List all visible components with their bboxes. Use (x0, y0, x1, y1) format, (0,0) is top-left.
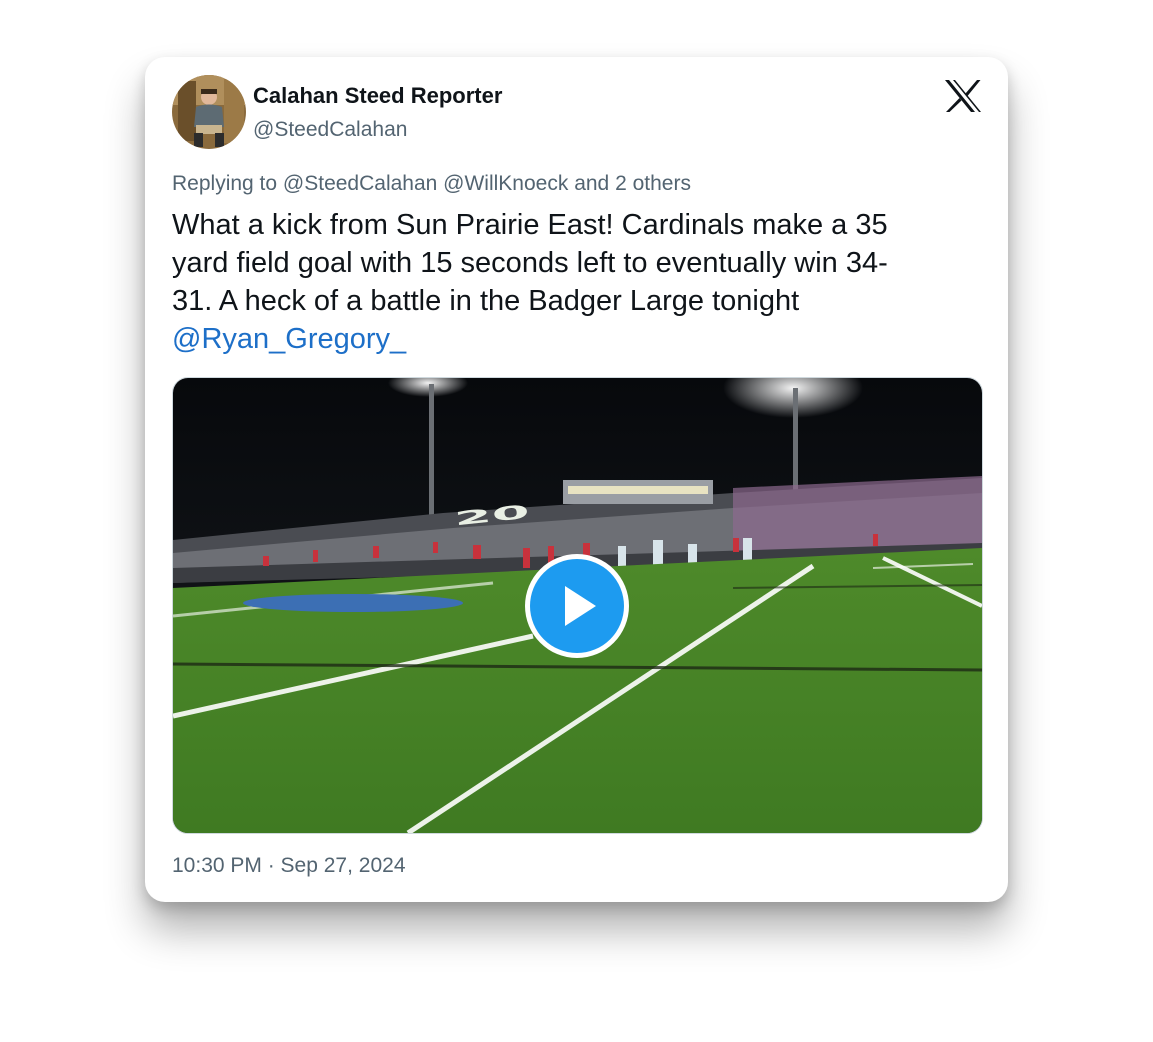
author-handle[interactable]: @SteedCalahan (253, 118, 407, 142)
author-avatar[interactable] (172, 75, 246, 149)
author-name[interactable]: Calahan Steed Reporter (253, 83, 502, 109)
tweet-text-line: 31. A heck of a battle in the Badger Lar… (172, 285, 800, 317)
replying-suffix: and 2 others (574, 172, 691, 195)
play-icon[interactable] (530, 559, 624, 653)
mention-link[interactable]: @Ryan_Gregory_ (172, 320, 972, 358)
video-player[interactable]: 20 (172, 377, 983, 834)
tweet-timestamp[interactable]: 10:30 PM · Sep 27, 2024 (172, 854, 406, 878)
tweet-text: What a kick from Sun Prairie East! Cardi… (172, 206, 972, 358)
tweet-card: Calahan Steed Reporter @SteedCalahan Rep… (145, 57, 1008, 902)
replying-to: Replying to @SteedCalahan @WillKnoeck an… (172, 172, 691, 196)
replying-mentions[interactable]: @SteedCalahan @WillKnoeck (283, 172, 568, 195)
page: Calahan Steed Reporter @SteedCalahan Rep… (0, 0, 1153, 1042)
tweet-text-line: yard field goal with 15 seconds left to … (172, 247, 888, 279)
tweet-text-line: What a kick from Sun Prairie East! Cardi… (172, 209, 888, 241)
play-button[interactable] (525, 554, 629, 658)
x-logo-icon[interactable] (944, 79, 982, 113)
replying-prefix: Replying to (172, 172, 278, 195)
